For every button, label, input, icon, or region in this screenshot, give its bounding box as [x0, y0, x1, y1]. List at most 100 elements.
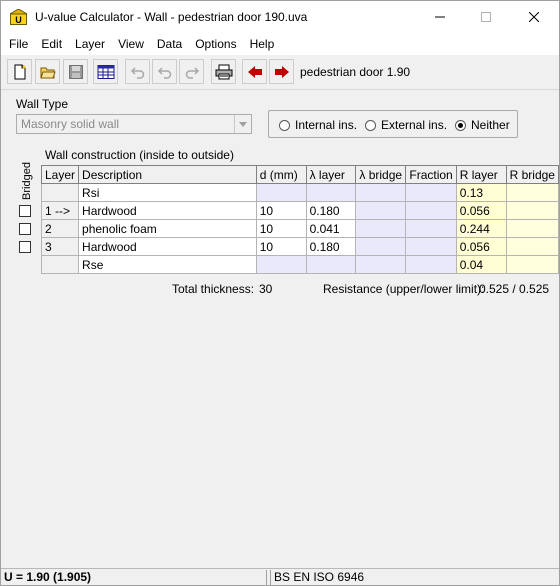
table-row: Rse 0.04: [40, 255, 560, 274]
r-bridge-cell: [505, 201, 560, 220]
undo-all-icon: [157, 66, 171, 79]
insulation-radio-group: Internal ins. External ins. Neither: [268, 110, 518, 138]
document-name: pedestrian door 1.90: [300, 65, 411, 79]
menu-edit[interactable]: Edit: [35, 34, 68, 54]
menu-layer[interactable]: Layer: [69, 34, 111, 54]
layer-cell[interactable]: 2: [40, 219, 80, 238]
undo-button[interactable]: [125, 59, 150, 84]
save-button[interactable]: [63, 59, 88, 84]
thickness-cell[interactable]: 10: [255, 237, 307, 256]
bridged-column-label: Bridged: [21, 162, 34, 200]
column-header: R bridge: [505, 165, 560, 184]
layer-cell: [40, 183, 80, 202]
window-title: U-value Calculator - Wall - pedestrian d…: [35, 10, 308, 24]
status-bar: U = 1.90 (1.905) BS EN ISO 6946: [1, 568, 559, 585]
layer-cell[interactable]: 3: [40, 237, 80, 256]
lambda-bridge-cell: [355, 183, 407, 202]
app-logo-icon: U: [8, 8, 29, 25]
title-bar: U U-value Calculator - Wall - pedestrian…: [1, 1, 559, 33]
svg-text:U: U: [15, 15, 22, 25]
lambda-cell[interactable]: 0.180: [305, 201, 357, 220]
description-cell[interactable]: Hardwood: [78, 201, 257, 220]
menu-data[interactable]: Data: [151, 34, 188, 54]
bridged-checkbox-layer-1[interactable]: [19, 205, 31, 217]
menu-help[interactable]: Help: [244, 34, 281, 54]
r-bridge-cell: [505, 237, 560, 256]
description-cell[interactable]: Hardwood: [78, 237, 257, 256]
u-value-status: U = 1.90 (1.905): [1, 570, 267, 585]
menu-view[interactable]: View: [112, 34, 150, 54]
previous-button[interactable]: [242, 59, 267, 84]
column-header: R layer: [455, 165, 507, 184]
menu-bar: File Edit Layer View Data Options Help: [1, 33, 559, 55]
new-file-button[interactable]: [7, 59, 32, 84]
wall-construction-label: Wall construction (inside to outside): [45, 148, 234, 162]
menu-options[interactable]: Options: [189, 34, 242, 54]
r-bridge-cell: [505, 183, 560, 202]
layers-table: Layer Description d (mm) λ layer λ bridg…: [40, 165, 560, 274]
bridged-checkbox-layer-3[interactable]: [19, 241, 31, 253]
open-folder-icon: [39, 67, 56, 78]
menu-file[interactable]: File: [3, 34, 34, 54]
radio-neither[interactable]: Neither: [455, 118, 510, 132]
undo-all-button[interactable]: [152, 59, 177, 84]
radio-internal-ins[interactable]: Internal ins.: [279, 118, 357, 132]
minimize-button[interactable]: [417, 1, 463, 33]
new-file-icon: [14, 64, 25, 79]
thickness-cell: [255, 255, 307, 274]
maximize-button[interactable]: [463, 1, 509, 33]
lambda-cell: [305, 183, 357, 202]
chevron-down-icon[interactable]: [234, 115, 251, 133]
close-button[interactable]: [511, 1, 557, 33]
r-layer-cell: 0.13: [455, 183, 507, 202]
lambda-bridge-cell[interactable]: [355, 237, 407, 256]
table-view-button[interactable]: [93, 59, 118, 84]
lambda-cell[interactable]: 0.041: [305, 219, 357, 238]
table-row[interactable]: 3 Hardwood 10 0.180 0.056: [40, 237, 560, 256]
app-window: U U-value Calculator - Wall - pedestrian…: [0, 0, 560, 586]
table-row[interactable]: 1 --> Hardwood 10 0.180 0.056: [40, 201, 560, 220]
r-layer-cell: 0.056: [455, 237, 507, 256]
table-icon: [97, 64, 114, 79]
lambda-cell[interactable]: 0.180: [305, 237, 357, 256]
layer-cell[interactable]: 1 -->: [40, 201, 80, 220]
description-cell: Rse: [78, 255, 257, 274]
next-button[interactable]: [269, 59, 294, 84]
fraction-cell: [405, 255, 457, 274]
undo-icon: [130, 66, 144, 79]
description-cell[interactable]: phenolic foam: [78, 219, 257, 238]
bridged-checkbox-layer-2[interactable]: [19, 223, 31, 235]
total-thickness-label: Total thickness:: [172, 282, 255, 296]
open-file-button[interactable]: [35, 59, 60, 84]
r-layer-cell: 0.056: [455, 201, 507, 220]
redo-button[interactable]: [179, 59, 204, 84]
thickness-cell: [255, 183, 307, 202]
r-bridge-cell: [505, 219, 560, 238]
fraction-cell[interactable]: [405, 219, 457, 238]
fraction-cell[interactable]: [405, 201, 457, 220]
table-row[interactable]: 2 phenolic foam 10 0.041 0.244: [40, 219, 560, 238]
total-thickness-value: 30: [259, 282, 273, 296]
radio-selected-icon: [455, 119, 466, 131]
toolbar: pedestrian door 1.90: [1, 55, 559, 89]
radio-external-ins[interactable]: External ins.: [365, 118, 447, 132]
r-layer-cell: 0.244: [455, 219, 507, 238]
thickness-cell[interactable]: 10: [255, 219, 307, 238]
wall-type-select[interactable]: Masonry solid wall: [16, 114, 252, 134]
lambda-bridge-cell[interactable]: [355, 201, 407, 220]
lambda-cell: [305, 255, 357, 274]
fraction-cell: [405, 183, 457, 202]
column-header: λ layer: [305, 165, 357, 184]
print-button[interactable]: [211, 59, 236, 84]
column-header: Fraction: [405, 165, 457, 184]
resistance-label: Resistance (upper/lower limit):: [323, 282, 485, 296]
radio-circle-icon: [365, 119, 376, 131]
column-header: Layer: [40, 165, 80, 184]
description-cell: Rsi: [78, 183, 257, 202]
resistance-value: 0.525 / 0.525: [479, 282, 550, 296]
thickness-cell[interactable]: 10: [255, 201, 307, 220]
standard-status: BS EN ISO 6946: [270, 570, 559, 585]
lambda-bridge-cell[interactable]: [355, 219, 407, 238]
arrow-right-icon: [274, 65, 289, 78]
fraction-cell[interactable]: [405, 237, 457, 256]
